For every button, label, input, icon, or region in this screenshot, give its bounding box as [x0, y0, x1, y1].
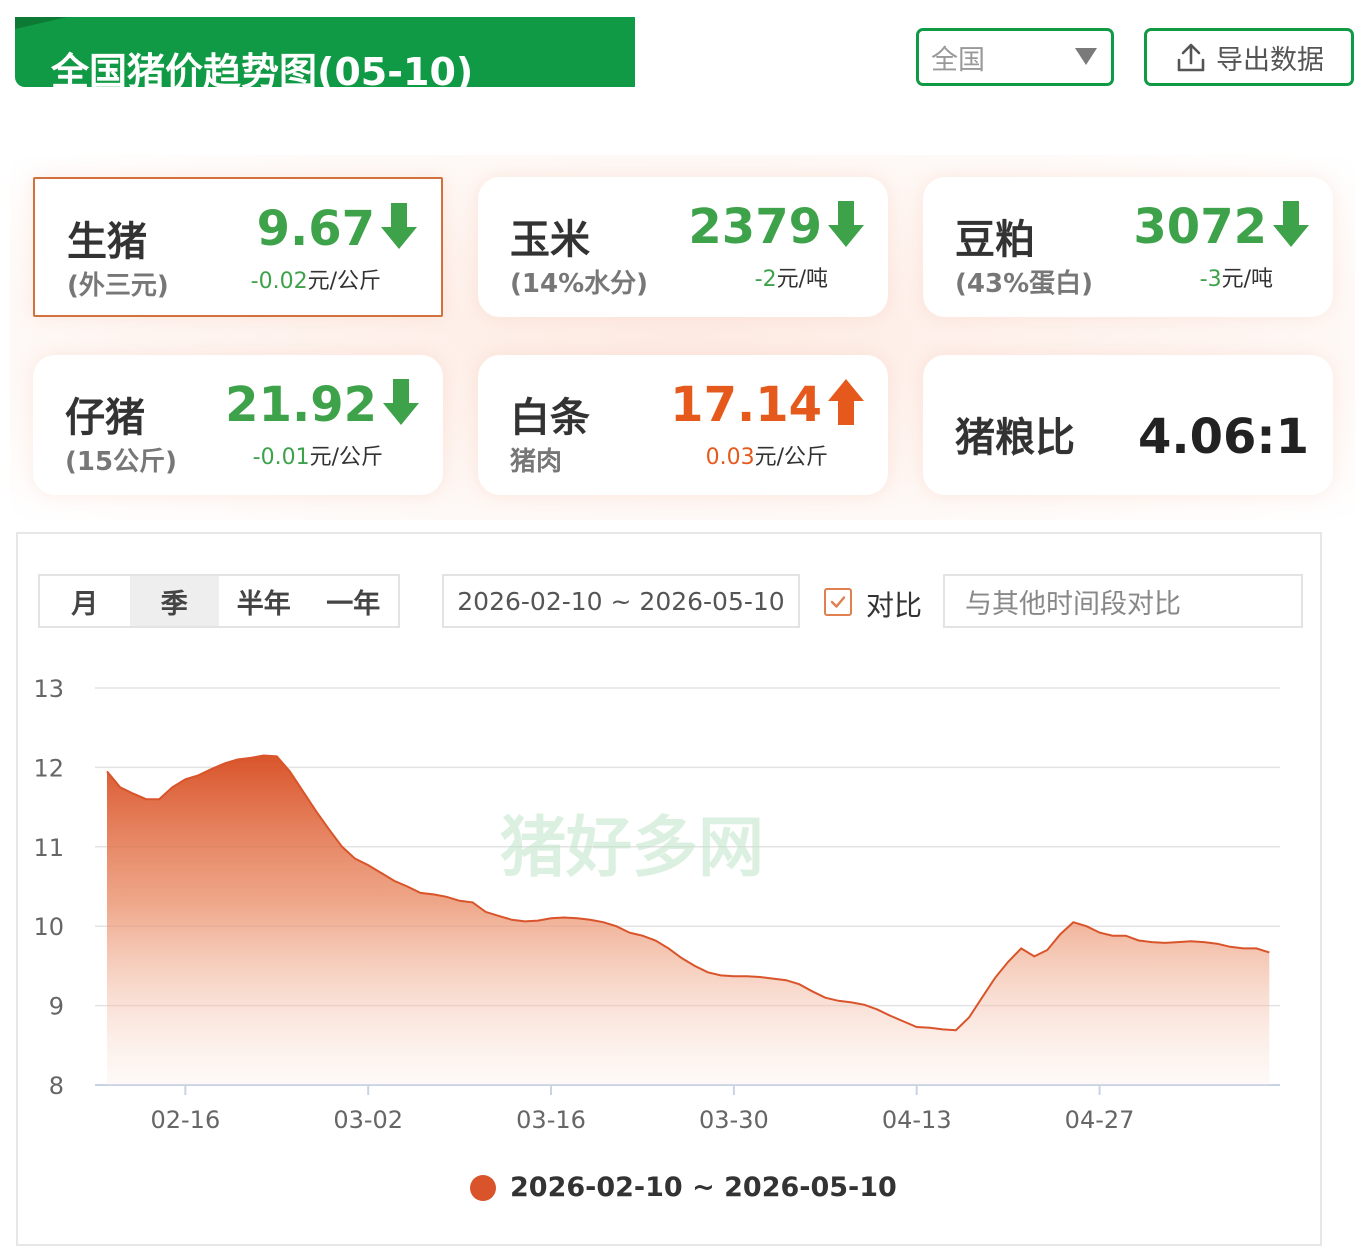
watermark-text: 猪好多网 [500, 809, 764, 886]
y-tick-label: 8 [49, 1072, 64, 1100]
legend-dot [470, 1174, 496, 1201]
x-tick-label: 03-16 [516, 1106, 586, 1134]
y-tick-label: 12 [33, 754, 64, 782]
y-tick-label: 13 [33, 675, 64, 703]
y-tick-label: 10 [33, 913, 64, 941]
y-tick-label: 11 [33, 834, 64, 862]
x-tick-label: 02-16 [150, 1106, 220, 1134]
y-tick-label: 9 [49, 993, 64, 1021]
x-tick-label: 04-13 [882, 1106, 952, 1134]
x-tick-label: 04-27 [1065, 1106, 1135, 1134]
x-tick-label: 03-30 [699, 1106, 769, 1134]
x-tick-label: 03-02 [333, 1106, 403, 1134]
chart-legend[interactable]: 2026-02-10 ~ 2026-05-10 [470, 1172, 897, 1203]
price-trend-chart: 8 9 10 11 12 13 02-16 03-02 03-16 03-30 04-13 04-27… [33, 675, 1280, 1134]
series-area [107, 755, 1270, 1085]
legend-label: 2026-02-10 ~ 2026-05-10 [510, 1172, 897, 1203]
